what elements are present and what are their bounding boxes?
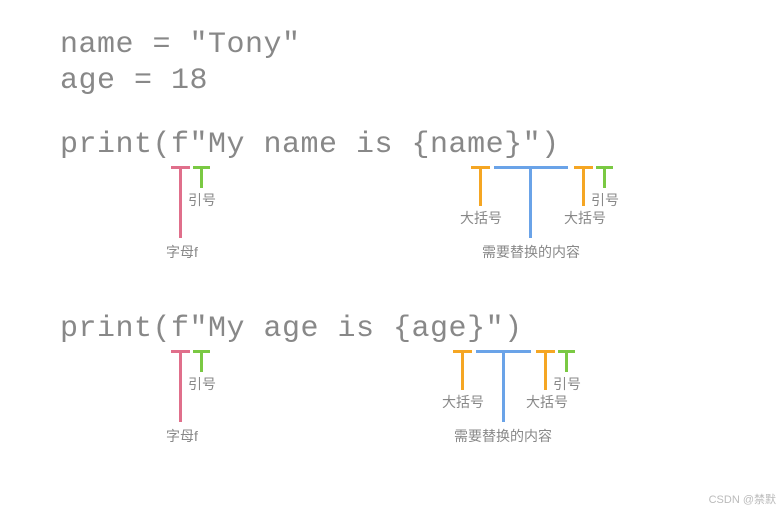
label-quote-right-2: 引号 bbox=[551, 374, 583, 394]
code-line-4: print(f"My age is {age}") bbox=[60, 312, 523, 346]
code-line-3: print(f"My name is {name}") bbox=[60, 128, 560, 162]
label-quote-left-1: 引号 bbox=[186, 190, 218, 210]
label-brace-left-1: 大括号 bbox=[458, 208, 504, 228]
label-brace-left-2: 大括号 bbox=[440, 392, 486, 412]
watermark: CSDN @禁默 bbox=[709, 491, 776, 507]
code-line-2: age = 18 bbox=[60, 64, 208, 98]
code-line-1: name = "Tony" bbox=[60, 28, 301, 62]
label-content-1: 需要替换的内容 bbox=[480, 242, 582, 262]
label-f-1: 字母f bbox=[160, 242, 204, 262]
label-f-2: 字母f bbox=[160, 426, 204, 446]
label-quote-right-1: 引号 bbox=[589, 190, 621, 210]
label-content-2: 需要替换的内容 bbox=[452, 426, 554, 446]
label-brace-right-2: 大括号 bbox=[524, 392, 570, 412]
label-quote-left-2: 引号 bbox=[186, 374, 218, 394]
label-brace-right-1: 大括号 bbox=[562, 208, 608, 228]
